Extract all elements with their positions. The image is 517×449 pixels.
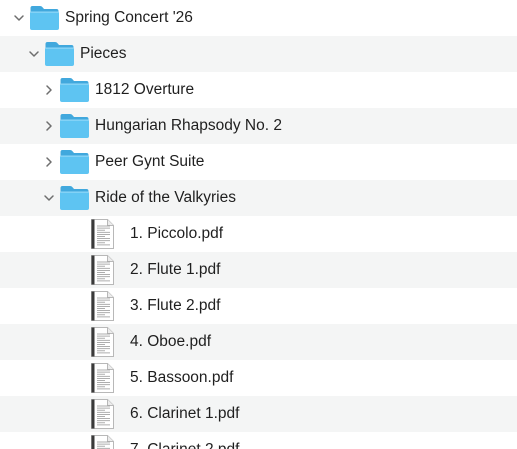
folder-name: Ride of the Valkyries — [95, 189, 236, 206]
folder-row-1812-overture[interactable]: 1812 Overture — [0, 72, 517, 108]
folder-icon — [59, 76, 90, 103]
pdf-file-icon — [90, 398, 115, 430]
pdf-file-icon — [90, 326, 115, 358]
folder-name: Pieces — [80, 45, 127, 62]
file-row-5-bassoon-pdf[interactable]: 5. Bassoon.pdf — [0, 360, 517, 396]
file-name: 7. Clarinet 2.pdf — [130, 441, 239, 449]
file-name: 3. Flute 2.pdf — [130, 297, 221, 314]
pdf-file-icon — [90, 218, 115, 250]
folder-icon — [59, 184, 90, 211]
folder-icon — [59, 112, 90, 139]
chevron-right-icon[interactable] — [42, 119, 56, 133]
folder-name: Hungarian Rhapsody No. 2 — [95, 117, 282, 134]
chevron-down-icon[interactable] — [27, 47, 41, 61]
file-name: 5. Bassoon.pdf — [130, 369, 234, 386]
file-row-6-clarinet-1-pdf[interactable]: 6. Clarinet 1.pdf — [0, 396, 517, 432]
folder-row-spring-concert-26[interactable]: Spring Concert '26 — [0, 0, 517, 36]
chevron-right-icon[interactable] — [42, 155, 56, 169]
file-row-7-clarinet-2-pdf[interactable]: 7. Clarinet 2.pdf — [0, 432, 517, 449]
pdf-file-icon — [90, 434, 115, 449]
folder-name: Peer Gynt Suite — [95, 153, 205, 170]
folder-icon — [29, 4, 60, 31]
folder-row-ride-of-the-valkyries[interactable]: Ride of the Valkyries — [0, 180, 517, 216]
folder-name: Spring Concert '26 — [65, 9, 193, 26]
pdf-file-icon — [90, 254, 115, 286]
folder-icon — [59, 148, 90, 175]
file-name: 2. Flute 1.pdf — [130, 261, 221, 278]
file-name: 6. Clarinet 1.pdf — [130, 405, 240, 422]
file-tree: Spring Concert '26 Pieces 1812 Overture Hun… — [0, 0, 517, 449]
pdf-file-icon — [90, 290, 115, 322]
chevron-down-icon[interactable] — [42, 191, 56, 205]
folder-row-hungarian-rhapsody-no-2[interactable]: Hungarian Rhapsody No. 2 — [0, 108, 517, 144]
chevron-down-icon[interactable] — [12, 11, 26, 25]
file-row-2-flute-1-pdf[interactable]: 2. Flute 1.pdf — [0, 252, 517, 288]
pdf-file-icon — [90, 362, 115, 394]
folder-row-pieces[interactable]: Pieces — [0, 36, 517, 72]
folder-name: 1812 Overture — [95, 81, 195, 98]
file-name: 1. Piccolo.pdf — [130, 225, 224, 242]
file-row-4-oboe-pdf[interactable]: 4. Oboe.pdf — [0, 324, 517, 360]
file-name: 4. Oboe.pdf — [130, 333, 212, 350]
folder-row-peer-gynt-suite[interactable]: Peer Gynt Suite — [0, 144, 517, 180]
chevron-right-icon[interactable] — [42, 83, 56, 97]
file-row-3-flute-2-pdf[interactable]: 3. Flute 2.pdf — [0, 288, 517, 324]
folder-icon — [44, 40, 75, 67]
file-row-1-piccolo-pdf[interactable]: 1. Piccolo.pdf — [0, 216, 517, 252]
